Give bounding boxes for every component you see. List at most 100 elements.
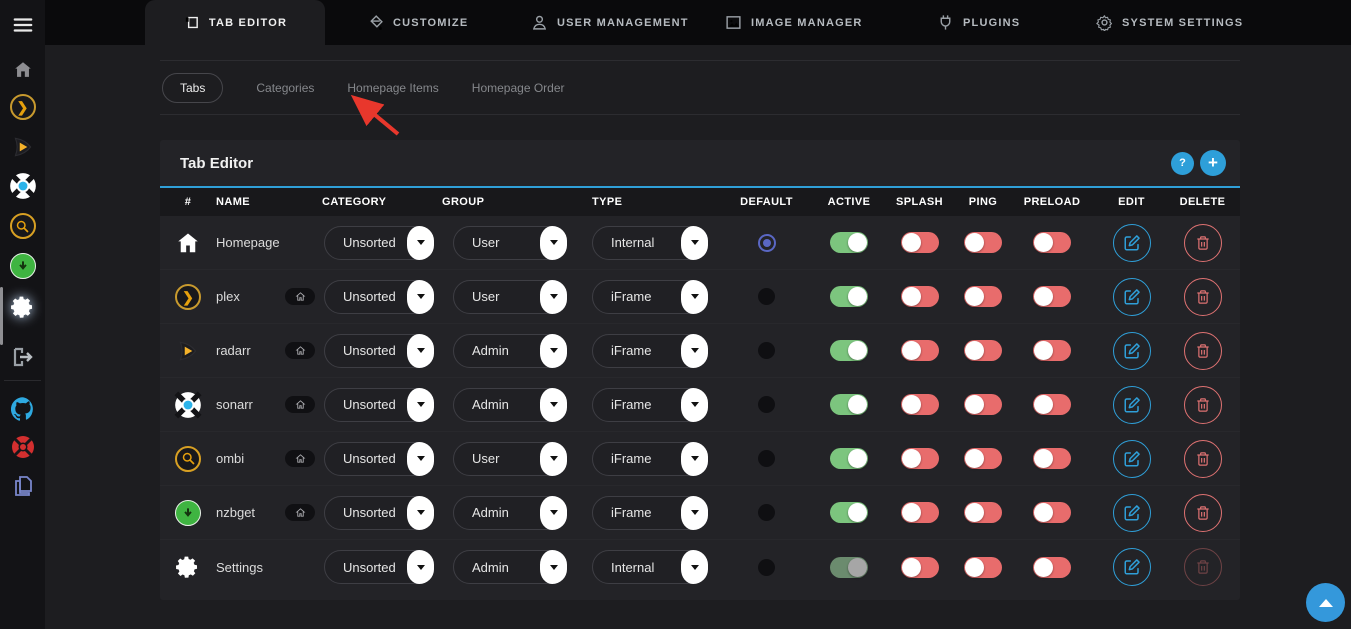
default-radio[interactable]	[758, 288, 775, 305]
group-select[interactable]: User	[453, 442, 567, 476]
subnav-item-homepage-items[interactable]: Homepage Items	[347, 81, 438, 95]
edit-button[interactable]	[1113, 224, 1151, 262]
top-tab-image-manager[interactable]: IMAGE MANAGER	[725, 0, 863, 45]
edit-icon	[1123, 396, 1141, 414]
preload-toggle[interactable]	[1033, 232, 1071, 253]
sidebar-item-docs[interactable]	[0, 472, 45, 500]
preload-toggle[interactable]	[1033, 394, 1071, 415]
default-radio-selected[interactable]	[758, 234, 776, 252]
delete-button[interactable]	[1184, 494, 1222, 532]
toggle-knob	[848, 449, 867, 468]
edit-button[interactable]	[1113, 548, 1151, 586]
top-tab-tab-editor[interactable]: TAB EDITOR	[145, 0, 325, 45]
type-select[interactable]: iFrame	[592, 334, 708, 368]
sidebar-item-plex[interactable]: ❯	[0, 93, 45, 121]
ping-toggle[interactable]	[964, 557, 1002, 578]
ping-toggle[interactable]	[964, 286, 1002, 307]
type-select[interactable]: iFrame	[592, 280, 708, 314]
group-select[interactable]: Admin	[453, 550, 567, 584]
ping-toggle[interactable]	[964, 394, 1002, 415]
category-select[interactable]: Unsorted	[324, 334, 434, 368]
default-radio[interactable]	[758, 559, 775, 576]
category-select[interactable]: Unsorted	[324, 280, 434, 314]
edit-button[interactable]	[1113, 386, 1151, 424]
category-select[interactable]: Unsorted	[324, 496, 434, 530]
splash-toggle[interactable]	[901, 557, 939, 578]
sidebar-item-nzbget[interactable]	[0, 252, 45, 280]
splash-toggle[interactable]	[901, 448, 939, 469]
scroll-to-top-button[interactable]	[1306, 583, 1345, 622]
type-select[interactable]: Internal	[592, 226, 708, 260]
splash-toggle[interactable]	[901, 232, 939, 253]
delete-button[interactable]	[1184, 386, 1222, 424]
chevron-down-icon	[691, 565, 699, 570]
splash-toggle[interactable]	[901, 340, 939, 361]
preload-toggle[interactable]	[1033, 448, 1071, 469]
default-radio[interactable]	[758, 342, 775, 359]
top-tab-user-management[interactable]: USER MANAGEMENT	[531, 0, 689, 45]
default-radio[interactable]	[758, 504, 775, 521]
active-toggle[interactable]	[830, 448, 868, 469]
group-select[interactable]: User	[453, 226, 567, 260]
type-select[interactable]: iFrame	[592, 388, 708, 422]
group-select[interactable]: User	[453, 280, 567, 314]
preload-toggle[interactable]	[1033, 340, 1071, 361]
edit-button[interactable]	[1113, 440, 1151, 478]
ping-toggle[interactable]	[964, 232, 1002, 253]
splash-toggle[interactable]	[901, 394, 939, 415]
delete-button[interactable]	[1184, 440, 1222, 478]
category-select[interactable]: Unsorted	[324, 442, 434, 476]
edit-button[interactable]	[1113, 278, 1151, 316]
sidebar-item-github[interactable]	[0, 395, 45, 423]
sidebar-item-settings[interactable]	[0, 293, 45, 321]
sidebar-scrollbar-thumb[interactable]	[0, 287, 3, 345]
active-toggle[interactable]	[830, 286, 868, 307]
preload-toggle[interactable]	[1033, 286, 1071, 307]
type-select[interactable]: Internal	[592, 550, 708, 584]
ping-toggle[interactable]	[964, 340, 1002, 361]
active-toggle[interactable]	[830, 502, 868, 523]
subnav-item-tabs[interactable]: Tabs	[162, 73, 223, 103]
delete-button[interactable]	[1184, 224, 1222, 262]
type-select[interactable]: iFrame	[592, 496, 708, 530]
group-select[interactable]: Admin	[453, 496, 567, 530]
category-select[interactable]: Unsorted	[324, 226, 434, 260]
sidebar-item-menu[interactable]	[0, 11, 45, 39]
sidebar-item-radarr[interactable]	[0, 133, 45, 161]
category-select[interactable]: Unsorted	[324, 550, 434, 584]
top-tab-plugins[interactable]: PLUGINS	[937, 0, 1020, 45]
add-tab-button[interactable]: +	[1200, 150, 1226, 176]
preload-toggle[interactable]	[1033, 557, 1071, 578]
help-button[interactable]: ?	[1171, 152, 1194, 175]
active-toggle[interactable]	[830, 340, 868, 361]
subnav-item-categories[interactable]: Categories	[256, 81, 314, 95]
top-tab-system-settings[interactable]: SYSTEM SETTINGS	[1096, 0, 1243, 45]
category-select[interactable]: Unsorted	[324, 388, 434, 422]
default-radio[interactable]	[758, 396, 775, 413]
splash-toggle[interactable]	[901, 502, 939, 523]
delete-button[interactable]	[1184, 332, 1222, 370]
default-radio[interactable]	[758, 450, 775, 467]
delete-button[interactable]	[1184, 278, 1222, 316]
edit-button[interactable]	[1113, 332, 1151, 370]
sidebar-item-logout[interactable]	[0, 343, 45, 371]
top-tab-customize[interactable]: CUSTOMIZE	[367, 0, 468, 45]
group-select[interactable]: Admin	[453, 334, 567, 368]
group-select[interactable]: Admin	[453, 388, 567, 422]
divider	[160, 60, 1240, 61]
ping-toggle[interactable]	[964, 502, 1002, 523]
sidebar-item-home[interactable]	[0, 56, 45, 84]
ping-toggle[interactable]	[964, 448, 1002, 469]
preload-toggle[interactable]	[1033, 502, 1071, 523]
active-toggle[interactable]	[830, 557, 868, 578]
subnav-item-homepage-order[interactable]: Homepage Order	[472, 81, 565, 95]
sidebar-item-sonarr[interactable]	[0, 172, 45, 200]
splash-toggle[interactable]	[901, 286, 939, 307]
active-toggle[interactable]	[830, 232, 868, 253]
edit-button[interactable]	[1113, 494, 1151, 532]
sidebar-item-ombi[interactable]	[0, 212, 45, 240]
active-toggle[interactable]	[830, 394, 868, 415]
type-select[interactable]: iFrame	[592, 442, 708, 476]
sidebar-item-support[interactable]	[0, 433, 45, 461]
delete-button[interactable]	[1184, 548, 1222, 586]
